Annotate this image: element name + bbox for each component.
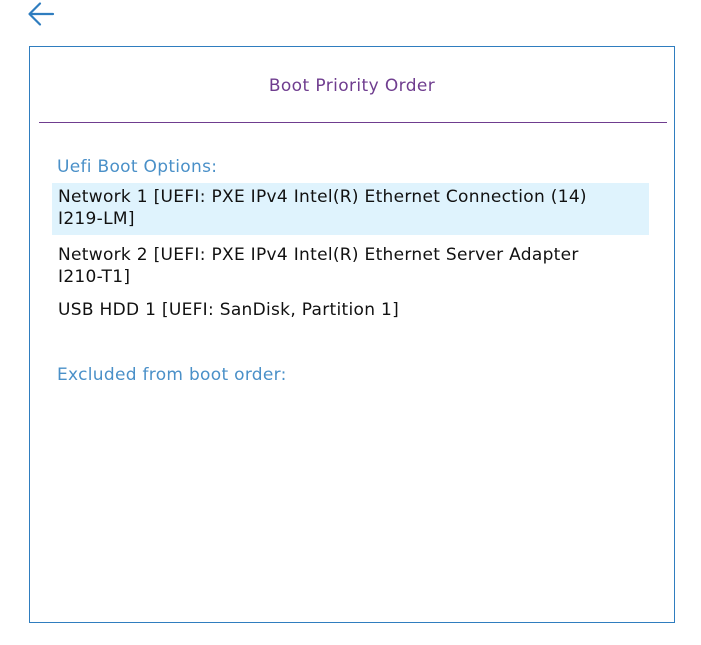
excluded-boot-order-label: Excluded from boot order: — [57, 365, 287, 385]
uefi-boot-options-label: Uefi Boot Options: — [57, 157, 218, 177]
title-divider — [39, 122, 667, 123]
dialog-title: Boot Priority Order — [268, 76, 436, 96]
boot-option-label: Network 2 [UEFI: PXE IPv4 Intel(R) Ether… — [58, 245, 579, 287]
arrow-left-icon — [28, 2, 55, 26]
back-button[interactable] — [24, 0, 60, 30]
boot-option-usb-hdd-1[interactable]: USB HDD 1 [UEFI: SanDisk, Partition 1] — [52, 299, 649, 326]
boot-priority-page: Boot Priority Order Uefi Boot Options: N… — [0, 0, 701, 645]
boot-priority-dialog: Boot Priority Order Uefi Boot Options: N… — [29, 46, 675, 623]
boot-option-network-2[interactable]: Network 2 [UEFI: PXE IPv4 Intel(R) Ether… — [52, 241, 649, 293]
boot-option-network-1[interactable]: Network 1 [UEFI: PXE IPv4 Intel(R) Ether… — [52, 183, 649, 235]
boot-options-list: Network 1 [UEFI: PXE IPv4 Intel(R) Ether… — [52, 183, 649, 326]
boot-option-label: Network 1 [UEFI: PXE IPv4 Intel(R) Ether… — [58, 187, 587, 229]
boot-option-label: USB HDD 1 [UEFI: SanDisk, Partition 1] — [58, 300, 400, 320]
